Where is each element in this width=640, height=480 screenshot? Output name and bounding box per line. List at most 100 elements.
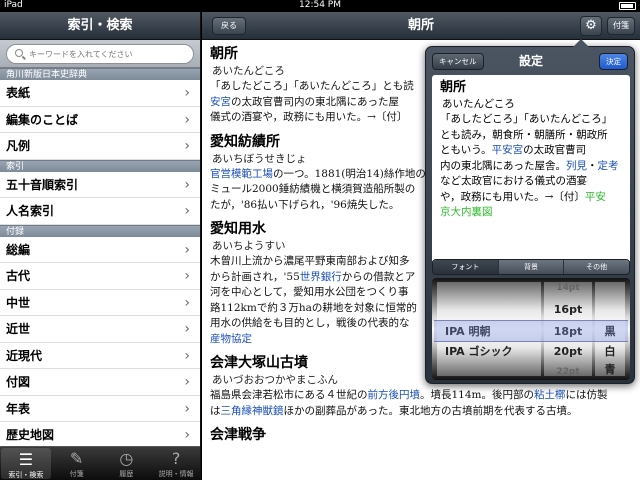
entry-aizu-senso: 会津戦争 [210,425,632,445]
entry-text: から計画され，'55 [210,270,300,283]
settings-button[interactable]: ⚙ [580,16,602,36]
segment-font[interactable]: フォント [433,260,499,274]
preview-link: 列見 [566,159,587,172]
index-panel: 索引・検索 角川新版日本史辞典 表紙 › 編集のことば › 凡例 › 索引 五十音順索… [0,12,201,480]
list-item-modern[interactable]: 近現代 › [0,342,200,369]
picker-option: 22pt [556,367,580,377]
list-item-label: 人名索引 [6,204,55,218]
preview-text: ・ [587,159,598,172]
entry-text: には仿製 [565,389,608,401]
list-item-label: 近世 [6,322,31,336]
preview-text: や，政務にも用いた。→〔付〕 [440,190,585,203]
picker-option: 20pt [553,345,583,358]
entry-text: 木曾川上流から濃尾平野東南部および知多 [210,255,410,267]
entry-body: 福島県会津若松市にある４世紀の前方後円墳。墳長114m。後円部の粘土槨には仿製 … [210,388,632,419]
entry-link[interactable]: 官営模範工場 [210,168,273,180]
picker-selection-band [434,320,628,342]
entry-text: 紡績機と横須賀造船所製の [289,183,416,195]
list-item-maps[interactable]: 付図 › [0,369,200,396]
entry-text: 河を中心として，愛知用水公団をつくり事 [210,286,409,298]
section-header-appendix: 付録 [0,224,200,237]
entry-link[interactable]: 三角縁神獣鏡 [221,405,284,417]
clock-icon: ◷ [119,449,134,468]
tab-fusen[interactable]: ✎ 付箋 [52,447,102,480]
preview-reading: あいたんどころ [442,98,515,110]
entry-link[interactable]: 世界銀行 [300,271,342,283]
tab-help[interactable]: ? 説明・情報 [151,447,200,480]
entry-title: 会津戦争 [210,427,266,443]
entry-text: は [210,404,221,417]
entry-text: ミュール2000錘 [210,183,290,195]
chevron-right-icon: › [184,268,190,284]
entry-text: 内の東北隅にあった屋 [294,95,399,108]
list-item-label: 総編 [6,242,31,257]
picker-option: 青 [604,363,616,376]
preview-text: の太政官曹司 [523,144,587,156]
chevron-right-icon: › [184,400,190,417]
list-icon: ☰ [18,450,34,469]
entry-nav-title: 朝所 [407,18,434,33]
section-header-dictionary: 角川新版日本史辞典 [0,68,200,80]
search-icon [15,49,23,57]
list-item-label: 中世 [6,295,31,310]
status-bar: iPad 12:54 PM [0,0,640,12]
picker-option [437,302,541,322]
preview-link: 平安宮 [491,144,524,156]
font-picker[interactable]: IPA 明朝 IPA ゴシック 14pt 16pt 18pt 20pt 22pt… [432,278,630,380]
list-item-label: 年表 [6,401,31,416]
preview-title: 朝所 [440,80,467,95]
fusen-button[interactable]: 付箋 [607,17,635,35]
segment-other[interactable]: その他 [564,260,629,274]
cancel-button[interactable]: キャンセル [432,53,484,70]
chevron-right-icon: › [184,347,190,364]
chevron-right-icon: › [184,138,190,154]
entry-link[interactable]: 粘土槨 [534,389,566,401]
entry-text: 路112kmで約３万haの耕地を対象に恒常的 [210,301,417,314]
picker-option: IPA ゴシック [445,345,513,358]
list-item-cover[interactable]: 表紙 › [0,80,200,107]
search-input[interactable] [29,47,189,61]
question-icon: ? [171,449,181,468]
list-item-medieval[interactable]: 中世 › [0,289,200,316]
list-item-label: 近現代 [6,348,43,363]
section-header-index: 索引 [0,159,200,172]
segment-background[interactable]: 背景 [498,260,565,274]
preview-link: 京大内裏図 [440,206,493,218]
chevron-right-icon: › [184,374,190,390]
entry-text: 。墳長114m。後円部の [420,389,534,401]
done-button[interactable]: 決定 [599,53,628,70]
preview-text: 内の東北隅にあった屋舎。 [440,159,566,172]
entry-text: 「あしたどころ」「あいたんどころ」とも読 [210,80,414,92]
tab-history[interactable]: ◷ 履歴 [102,447,152,480]
chevron-right-icon: › [184,241,190,258]
list-item-label: 凡例 [6,139,31,153]
list-item-label: 表紙 [6,86,31,100]
list-item-general[interactable]: 総編 › [0,236,200,263]
list-item-early-modern[interactable]: 近世 › [0,316,200,343]
entry-link[interactable]: 安宮 [210,96,231,108]
chevron-right-icon: › [184,176,190,193]
list-item-person-index[interactable]: 人名索引 › [0,198,200,225]
entry-link[interactable]: 産物協定 [210,333,252,345]
list-item-ancient[interactable]: 古代 › [0,263,200,290]
entry-text: の一つ。1881(明治14)絲作地の [273,167,426,180]
font-preview: 朝所 あいたんどころ 「あしたどころ」「あいたんどころ」 とも読み，朝食所・朝膳… [432,75,630,263]
list-item-legend[interactable]: 凡例 › [0,133,200,160]
entry-link[interactable]: 前方後円墳 [368,389,421,401]
chevron-right-icon: › [184,294,190,311]
list-item-historical-maps[interactable]: 歴史地図 › [0,422,200,449]
tab-index-search[interactable]: ☰ 索引・検索 [1,448,51,479]
preview-link: 平安 [584,190,606,203]
back-button[interactable]: 戻る [212,17,246,35]
entry-text: たが，'86払い下げられ，'96焼失した。 [210,198,400,211]
preview-text: とも読み，朝食所・朝膳所・朝政所 [440,128,608,141]
tab-label: 索引・検索 [8,471,44,479]
search-field[interactable] [6,44,194,64]
picker-option: 14pt [556,283,580,293]
list-item-chronology[interactable]: 年表 › [0,395,200,422]
picker-option: 白 [604,345,616,358]
gear-icon: ⚙ [585,18,597,33]
list-item-editorial[interactable]: 編集のことば › [0,106,200,133]
list-item-gojuon-index[interactable]: 五十音順索引 › [0,171,200,198]
preview-text: ともいう。 [440,144,492,156]
